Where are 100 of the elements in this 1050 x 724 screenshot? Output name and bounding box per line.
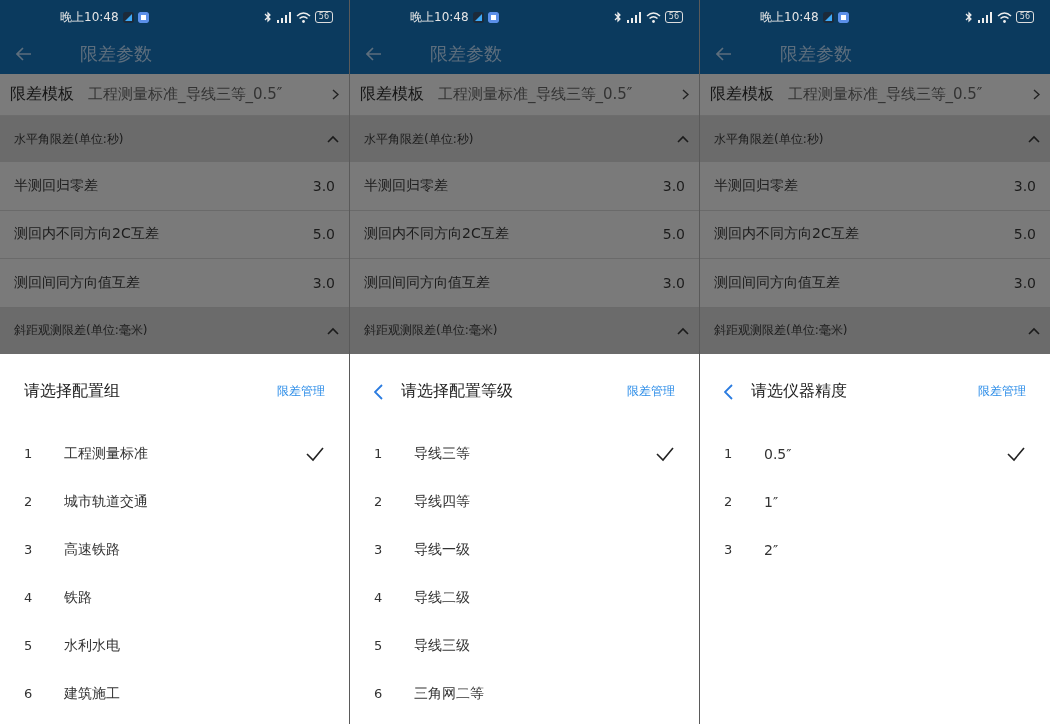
caret-up-icon[interactable] <box>1028 326 1040 335</box>
parameter-row[interactable]: 半测回归零差 3.0 <box>350 162 699 211</box>
tolerance-management-link[interactable]: 限差管理 <box>277 383 325 400</box>
option-number: 1 <box>724 446 734 461</box>
section-header[interactable]: 斜距观测限差(单位:毫米) <box>0 307 349 354</box>
option-label: 2″ <box>764 541 780 558</box>
chevron-right-icon <box>682 89 689 100</box>
option-label: 导线三级 <box>414 636 471 655</box>
section-header[interactable]: 水平角限差(单位:秒) <box>350 116 699 162</box>
chevron-right-icon <box>332 89 339 100</box>
caret-up-icon[interactable] <box>677 326 689 335</box>
option-item[interactable]: 2 1″ <box>700 477 1050 526</box>
caret-up-icon[interactable] <box>1028 135 1040 143</box>
template-label: 限差模板 <box>360 84 424 105</box>
signal-icon <box>275 11 292 23</box>
parameter-value: 3.0 <box>312 274 335 291</box>
back-arrow-icon[interactable] <box>16 47 32 61</box>
option-item[interactable]: 1 工程测量标准 <box>0 429 349 478</box>
option-item[interactable]: 3 导线一级 <box>350 525 699 574</box>
template-row[interactable]: 限差模板 工程测量标准_导线三等_0.5″ <box>0 74 349 116</box>
option-item[interactable]: 3 2″ <box>700 525 1050 574</box>
option-item[interactable]: 4 导线二级 <box>350 573 699 622</box>
parameter-label: 测回间同方向值互差 <box>14 273 140 292</box>
option-item[interactable]: 2 导线四等 <box>350 477 699 526</box>
section-header[interactable]: 水平角限差(单位:秒) <box>700 116 1050 162</box>
back-chevron-icon[interactable] <box>724 383 733 400</box>
app-notification-icon <box>122 11 134 23</box>
option-number: 1 <box>24 446 34 461</box>
template-label: 限差模板 <box>710 84 774 105</box>
sheet-title: 请选择配置等级 <box>401 381 514 402</box>
sheet-title: 请选择配置组 <box>24 381 121 402</box>
tolerance-management-link[interactable]: 限差管理 <box>627 383 675 400</box>
sheet-title: 请选仪器精度 <box>751 381 848 402</box>
template-row[interactable]: 限差模板 工程测量标准_导线三等_0.5″ <box>350 74 699 116</box>
status-time: 晚上10:48 <box>60 8 119 26</box>
status-time: 晚上10:48 <box>410 8 469 26</box>
parameter-row[interactable]: 半测回归零差 3.0 <box>700 162 1050 211</box>
page-title: 限差参数 <box>80 42 152 66</box>
signal-icon <box>976 11 993 23</box>
option-number: 1 <box>374 446 384 461</box>
template-row[interactable]: 限差模板 工程测量标准_导线三等_0.5″ <box>700 74 1050 116</box>
parameter-row[interactable]: 测回内不同方向2C互差 5.0 <box>700 210 1050 259</box>
section-header[interactable]: 斜距观测限差(单位:毫米) <box>350 307 699 354</box>
battery-level: 56 <box>664 11 683 23</box>
parameter-value: 3.0 <box>662 274 685 291</box>
option-label: 工程测量标准 <box>64 444 149 463</box>
section-header[interactable]: 斜距观测限差(单位:毫米) <box>700 307 1050 354</box>
parameter-label: 半测回归零差 <box>714 176 798 195</box>
option-number: 5 <box>24 638 34 653</box>
parameter-value: 5.0 <box>312 226 335 243</box>
option-label: 三角网二等 <box>414 684 485 703</box>
option-number: 3 <box>724 542 734 557</box>
option-label: 水利水电 <box>64 636 121 655</box>
template-value: 工程测量标准_导线三等_0.5″ <box>788 85 984 104</box>
section-header[interactable]: 水平角限差(单位:秒) <box>0 116 349 162</box>
option-item[interactable]: 1 导线三等 <box>350 429 699 478</box>
parameter-row[interactable]: 测回间同方向值互差 3.0 <box>700 259 1050 308</box>
caret-up-icon[interactable] <box>327 135 339 143</box>
parameter-value: 5.0 <box>662 226 685 243</box>
back-arrow-icon[interactable] <box>716 47 732 61</box>
back-chevron-icon[interactable] <box>374 383 383 400</box>
page-title: 限差参数 <box>430 42 502 66</box>
option-item[interactable]: 2 城市轨道交通 <box>0 477 349 526</box>
option-number: 4 <box>24 590 34 605</box>
option-item[interactable]: 4 铁路 <box>0 573 349 622</box>
option-item[interactable]: 1 0.5″ <box>700 429 1050 478</box>
parameter-row[interactable]: 测回间同方向值互差 3.0 <box>350 259 699 308</box>
wifi-icon <box>645 11 661 23</box>
option-label: 导线三等 <box>414 444 471 463</box>
option-number: 6 <box>374 686 384 701</box>
parameter-row[interactable]: 测回内不同方向2C互差 5.0 <box>350 210 699 259</box>
option-item[interactable]: 5 导线三级 <box>350 621 699 670</box>
option-item[interactable]: 5 水利水电 <box>0 621 349 670</box>
parameter-value: 3.0 <box>1013 274 1036 291</box>
caret-up-icon[interactable] <box>327 326 339 335</box>
option-number: 2 <box>724 494 734 509</box>
parameter-row[interactable]: 测回间同方向值互差 3.0 <box>0 259 349 308</box>
parameter-row[interactable]: 半测回归零差 3.0 <box>0 162 349 211</box>
section-title: 水平角限差(单位:秒) <box>364 130 474 148</box>
back-arrow-icon[interactable] <box>366 47 382 61</box>
tolerance-management-link[interactable]: 限差管理 <box>978 383 1026 400</box>
section-title: 斜距观测限差(单位:毫米) <box>14 322 148 339</box>
option-number: 2 <box>24 494 34 509</box>
option-label: 铁路 <box>64 588 93 607</box>
parameter-label: 测回内不同方向2C互差 <box>14 225 159 244</box>
parameter-row[interactable]: 测回内不同方向2C互差 5.0 <box>0 210 349 259</box>
option-item[interactable]: 3 高速铁路 <box>0 525 349 574</box>
bluetooth-icon <box>263 11 272 23</box>
option-label: 导线四等 <box>414 492 471 511</box>
section-title: 斜距观测限差(单位:毫米) <box>364 322 498 339</box>
option-item[interactable]: 6 建筑施工 <box>0 669 349 718</box>
option-item[interactable]: 6 三角网二等 <box>350 669 699 718</box>
app-notification-icon <box>837 11 849 23</box>
parameter-label: 测回内不同方向2C互差 <box>714 225 859 244</box>
page-title: 限差参数 <box>780 42 852 66</box>
app-notification-icon <box>487 11 499 23</box>
template-value: 工程测量标准_导线三等_0.5″ <box>88 85 284 104</box>
caret-up-icon[interactable] <box>677 135 689 143</box>
app-notification-icon <box>472 11 484 23</box>
status-time: 晚上10:48 <box>760 8 819 26</box>
